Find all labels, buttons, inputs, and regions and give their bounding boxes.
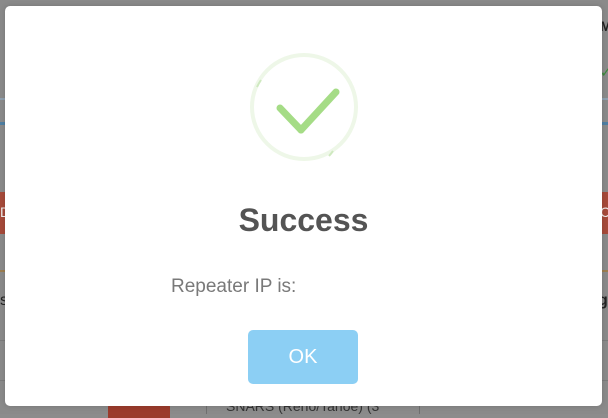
success-dialog: Success Repeater IP is: OK — [5, 6, 602, 406]
dialog-title: Success — [238, 202, 369, 238]
background-action-button — [108, 404, 170, 418]
success-check-icon — [249, 52, 359, 162]
dialog-message: Repeater IP is: — [171, 276, 297, 297]
ok-button[interactable]: OK — [248, 330, 358, 384]
